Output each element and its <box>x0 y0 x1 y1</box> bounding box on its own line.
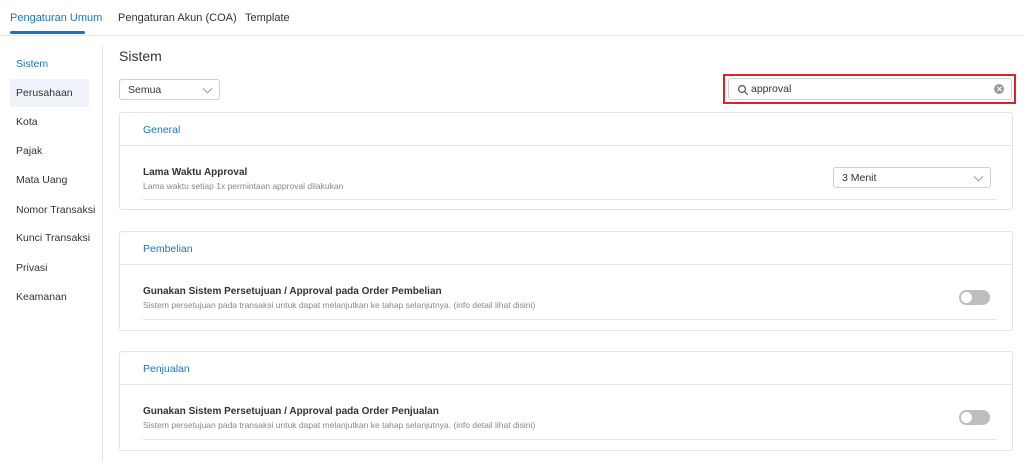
sidebar-item-mata-uang[interactable]: Mata Uang <box>10 166 89 194</box>
toggle-knob <box>961 412 972 423</box>
setting-description: Lama waktu setiap 1x permintaan approval… <box>143 181 344 191</box>
sidebar-divider <box>102 46 103 462</box>
sales-approval-toggle[interactable] <box>959 410 990 425</box>
toggle-knob <box>961 292 972 303</box>
section-header: Penjualan <box>120 352 1012 385</box>
clear-search-icon[interactable] <box>994 84 1004 94</box>
section-penjualan: Penjualan Gunakan Sistem Persetujuan / A… <box>119 351 1013 451</box>
category-filter-value: Semua <box>128 83 162 96</box>
approval-duration-value: 3 Menit <box>842 171 877 184</box>
row-divider <box>143 199 997 200</box>
active-tab-indicator <box>10 31 85 34</box>
sidebar-item-keamanan[interactable]: Keamanan <box>10 283 89 311</box>
section-pembelian: Pembelian Gunakan Sistem Persetujuan / A… <box>119 231 1013 331</box>
setting-description: Sistem persetujuan pada transaksi untuk … <box>143 420 536 430</box>
tab-pengaturan-akun-coa[interactable]: Pengaturan Akun (COA) <box>118 12 237 24</box>
section-header: Pembelian <box>120 232 1012 265</box>
page-title: Sistem <box>119 48 162 64</box>
chevron-down-icon <box>973 171 984 182</box>
tab-pengaturan-umum[interactable]: Pengaturan Umum <box>10 12 102 24</box>
category-filter-select[interactable]: Semua <box>119 79 220 100</box>
setting-label: Gunakan Sistem Persetujuan / Approval pa… <box>143 406 439 417</box>
setting-description: Sistem persetujuan pada transaksi untuk … <box>143 300 536 310</box>
search-box[interactable] <box>728 78 1012 100</box>
sidebar-item-kunci-transaksi[interactable]: Kunci Transaksi <box>10 224 90 252</box>
search-input[interactable] <box>751 81 981 97</box>
sidebar-item-nomor-transaksi[interactable]: Nomor Transaksi <box>10 196 95 224</box>
tab-template[interactable]: Template <box>245 12 290 24</box>
row-divider <box>143 439 997 440</box>
sidebar-item-pajak[interactable]: Pajak <box>10 137 89 165</box>
setting-label: Gunakan Sistem Persetujuan / Approval pa… <box>143 286 442 297</box>
settings-sidebar: Sistem Perusahaan Kota Pajak Mata Uang N… <box>10 48 95 312</box>
section-general: General Lama Waktu Approval Lama waktu s… <box>119 112 1013 210</box>
sidebar-item-privasi[interactable]: Privasi <box>10 254 89 282</box>
section-header: General <box>120 113 1012 146</box>
sidebar-item-kota[interactable]: Kota <box>10 108 89 136</box>
section-title: Pembelian <box>143 243 193 255</box>
sidebar-item-sistem[interactable]: Sistem <box>10 50 89 78</box>
sidebar-item-perusahaan[interactable]: Perusahaan <box>10 79 89 107</box>
purchase-approval-toggle[interactable] <box>959 290 990 305</box>
search-icon <box>737 84 749 96</box>
section-title: General <box>143 124 181 136</box>
setting-label: Lama Waktu Approval <box>143 167 248 178</box>
row-divider <box>143 319 997 320</box>
section-title: Penjualan <box>143 363 190 375</box>
top-tab-bar: Pengaturan Umum Pengaturan Akun (COA) Te… <box>0 0 1024 36</box>
approval-duration-select[interactable]: 3 Menit <box>833 167 991 188</box>
chevron-down-icon <box>202 83 213 94</box>
